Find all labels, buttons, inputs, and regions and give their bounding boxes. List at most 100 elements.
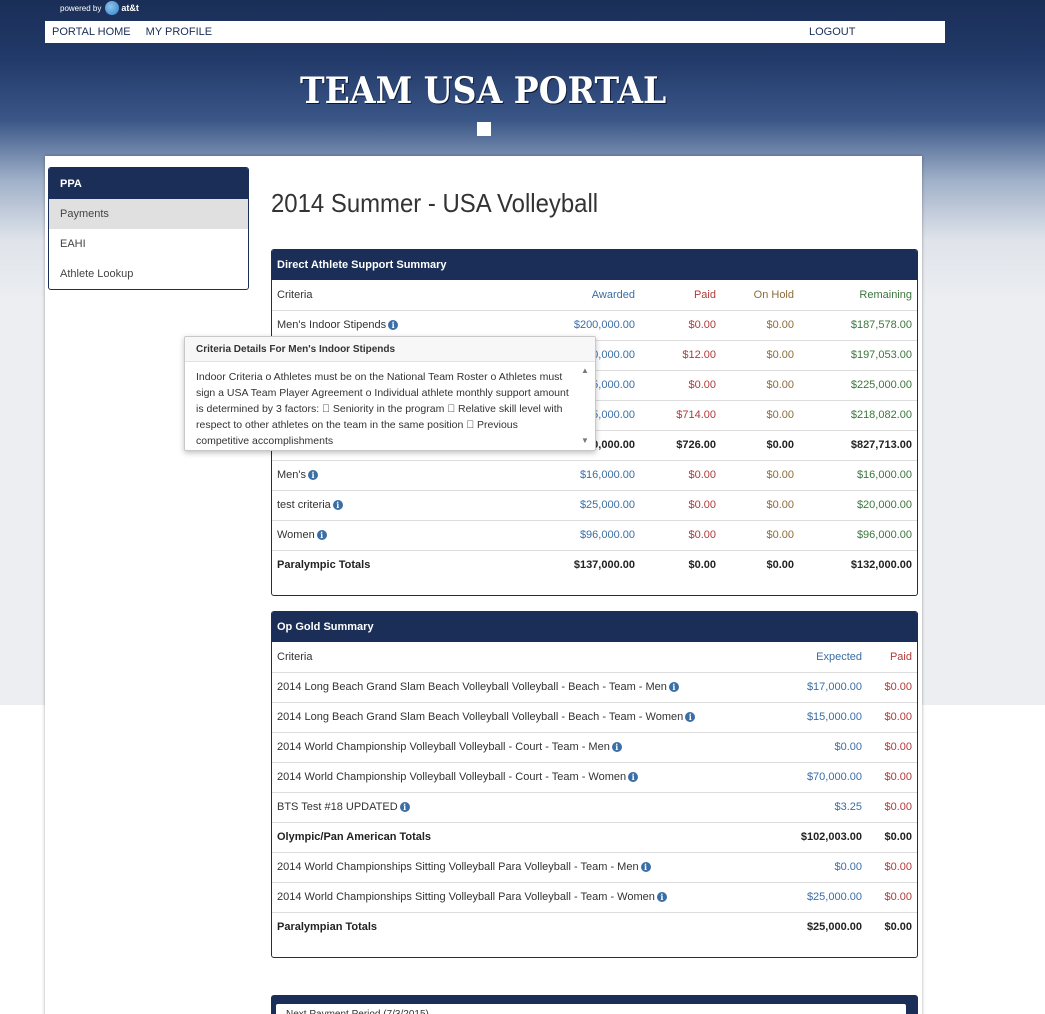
awarded-value: $25,000.00: [530, 489, 640, 520]
expected-value: $0.00: [772, 851, 867, 882]
criteria-name: Paralympian Totals: [277, 921, 378, 934]
paid-value: $0.00: [867, 701, 917, 732]
expected-value: $0.00: [772, 731, 867, 762]
criteria-details-popover: Criteria Details For Men's Indoor Stipen…: [184, 336, 596, 451]
criteria-name: 2014 World Championships Sitting Volleyb…: [277, 861, 639, 873]
awarded-value: $96,000.00: [530, 519, 640, 550]
col-header-remaining: Remaining: [859, 288, 912, 301]
logo-square-icon: [477, 122, 491, 136]
table-row: 2014 Long Beach Grand Slam Beach Volleyb…: [272, 671, 917, 702]
info-icon[interactable]: i: [399, 802, 410, 813]
table-row: Women i $96,000.00 $0.00 $0.00 $96,000.00: [272, 519, 917, 550]
on-hold-value: $0.00: [721, 459, 799, 490]
paid-value: $0.00: [640, 459, 721, 490]
sidebar: PPA Payments EAHI Athlete Lookup: [48, 167, 249, 290]
on-hold-value: $0.00: [721, 339, 799, 370]
criteria-name: test criteria: [277, 499, 331, 511]
info-icon[interactable]: i: [316, 530, 327, 541]
criteria-name: Paralympic Totals: [277, 559, 371, 572]
sidebar-item-payments[interactable]: Payments: [49, 199, 248, 229]
total-row: Olympic/Pan American Totals $102,003.00 …: [272, 821, 917, 852]
scroll-down-icon[interactable]: ▼: [580, 436, 590, 446]
on-hold-value: $0.00: [721, 369, 799, 400]
on-hold-value: $0.00: [721, 429, 799, 460]
col-header-paid: Paid: [889, 650, 912, 663]
info-icon[interactable]: i: [628, 772, 639, 783]
remaining-value: $96,000.00: [799, 519, 917, 550]
nav-portal-home[interactable]: PORTAL HOME: [52, 26, 131, 38]
att-globe-icon: [105, 1, 120, 15]
col-header-on-hold: On Hold: [753, 288, 794, 301]
paid-value: $0.00: [640, 309, 721, 340]
top-nav: PORTAL HOME MY PROFILE LOGOUT: [45, 21, 945, 43]
info-icon[interactable]: i: [611, 742, 622, 753]
criteria-name: Olympic/Pan American Totals: [277, 831, 432, 843]
remaining-value: $16,000.00: [799, 459, 917, 490]
criteria-name: 2014 World Championship Volleyball Volle…: [277, 741, 610, 753]
remaining-value: $132,000.00: [799, 549, 917, 580]
next-payment-label[interactable]: Next Payment Period (7/3/2015): [276, 1004, 906, 1014]
info-icon[interactable]: i: [656, 892, 667, 903]
paid-value: $0.00: [867, 791, 917, 822]
paid-value: $0.00: [867, 731, 917, 762]
popover-body: Indoor Criteria o Athletes must be on th…: [196, 371, 569, 447]
op-gold-summary-table: Criteria Expected Paid 2014 Long Beach G…: [272, 642, 917, 942]
powered-by: powered by at&t: [60, 0, 139, 16]
remaining-value: $218,082.00: [799, 399, 917, 430]
remaining-value: $197,053.00: [799, 339, 917, 370]
paid-value: $0.00: [640, 519, 721, 550]
criteria-name: 2014 World Championship Volleyball Volle…: [277, 771, 627, 783]
col-header-awarded: Awarded: [591, 288, 635, 301]
nav-logout[interactable]: LOGOUT: [809, 26, 855, 38]
nav-my-profile[interactable]: MY PROFILE: [146, 26, 212, 38]
scroll-up-icon[interactable]: ▲: [580, 366, 590, 376]
paid-value: $0.00: [640, 549, 721, 580]
on-hold-value: $0.00: [721, 519, 799, 550]
expected-value: $25,000.00: [772, 881, 867, 912]
remaining-value: $20,000.00: [799, 489, 917, 520]
remaining-value: $187,578.00: [799, 309, 917, 340]
powered-by-label: powered by: [60, 3, 102, 13]
criteria-name: Women: [277, 529, 315, 541]
info-icon[interactable]: i: [668, 682, 679, 693]
popover-scrollbar[interactable]: ▲ ▼: [580, 366, 590, 446]
page-title: 2014 Summer - USA Volleyball: [271, 188, 599, 218]
awarded-value: $137,000.00: [530, 549, 640, 580]
paid-value: $0.00: [640, 369, 721, 400]
info-icon[interactable]: i: [332, 500, 343, 511]
col-header-criteria: Criteria: [277, 650, 313, 663]
expected-value: $3.25: [772, 791, 867, 822]
portal-logo: TEAM USA PORTAL: [300, 70, 667, 112]
att-logo: at&t: [121, 3, 139, 13]
table-row: BTS Test #18 UPDATED i $3.25 $0.00: [272, 791, 917, 822]
expected-value: $25,000.00: [772, 911, 867, 942]
table-row: 2014 World Championship Volleyball Volle…: [272, 761, 917, 792]
col-header-expected: Expected: [816, 650, 862, 663]
sidebar-item-eahi[interactable]: EAHI: [49, 229, 248, 259]
table-row: 2014 World Championships Sitting Volleyb…: [272, 851, 917, 882]
popover-title: Criteria Details For Men's Indoor Stipen…: [185, 337, 595, 362]
awarded-value: $16,000.00: [530, 459, 640, 490]
info-icon[interactable]: i: [308, 470, 318, 481]
expected-value: $70,000.00: [772, 761, 867, 792]
criteria-name: 2014 Long Beach Grand Slam Beach Volleyb…: [277, 711, 684, 723]
total-row: Paralympian Totals $25,000.00 $0.00: [272, 911, 917, 942]
expected-value: $17,000.00: [772, 671, 867, 702]
info-icon[interactable]: i: [388, 320, 399, 331]
paid-value: $0.00: [867, 881, 917, 912]
paid-value: $726.00: [640, 429, 721, 460]
info-icon[interactable]: i: [685, 712, 696, 723]
criteria-name: Men's: [277, 469, 306, 481]
on-hold-value: $0.00: [721, 399, 799, 430]
remaining-value: $827,713.00: [799, 429, 917, 460]
paid-value: $0.00: [867, 911, 917, 942]
op-gold-summary-title: Op Gold Summary: [272, 612, 917, 642]
das-summary-title: Direct Athlete Support Summary: [272, 250, 917, 280]
sidebar-item-athlete-lookup[interactable]: Athlete Lookup: [49, 259, 248, 289]
expected-value: $102,003.00: [772, 821, 867, 852]
on-hold-value: $0.00: [721, 489, 799, 520]
table-header-row: Criteria Awarded Paid On Hold Remaining: [272, 280, 917, 310]
criteria-name: 2014 World Championships Sitting Volleyb…: [277, 891, 655, 903]
info-icon[interactable]: i: [640, 862, 651, 873]
paid-value: $0.00: [640, 489, 721, 520]
